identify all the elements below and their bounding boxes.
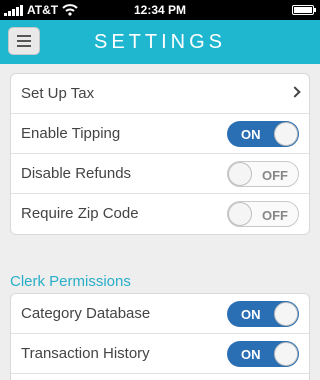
- toggle-knob: [274, 342, 298, 366]
- toggle-knob: [228, 162, 252, 186]
- require-zip-code-toggle[interactable]: OFF: [227, 201, 299, 227]
- status-bar: AT&T 12:34 PM: [0, 0, 320, 20]
- transaction-history-toggle[interactable]: ON: [227, 341, 299, 367]
- toggle-state: OFF: [262, 208, 288, 223]
- row-require-zip-code: Require Zip Code OFF: [11, 194, 309, 234]
- page-title: SETTINGS: [93, 31, 226, 53]
- row-label: Set Up Tax: [21, 85, 95, 102]
- toggle-state: ON: [241, 347, 261, 362]
- chevron-right-icon: [289, 86, 301, 98]
- row-enable-tipping: Enable Tipping ON: [11, 114, 309, 154]
- disable-refunds-toggle[interactable]: OFF: [227, 161, 299, 187]
- row-set-up-tax[interactable]: Set Up Tax: [11, 74, 309, 114]
- status-time: 12:34 PM: [133, 3, 187, 17]
- toggle-state: ON: [241, 127, 261, 142]
- row-label: Require Zip Code: [21, 205, 139, 222]
- general-settings-group: Set Up Tax Enable Tipping ON Disable Ref…: [10, 73, 310, 235]
- row-label: Disable Refunds: [21, 165, 132, 182]
- category-database-toggle[interactable]: ON: [227, 301, 299, 327]
- row-label: Category Database: [21, 305, 151, 322]
- row-label: Enable Tipping: [21, 125, 121, 142]
- toggle-knob: [274, 302, 298, 326]
- toggle-state: OFF: [262, 168, 288, 183]
- toggle-knob: [228, 202, 252, 226]
- battery-icon: [292, 5, 316, 15]
- row-transaction-history: Transaction History ON: [11, 334, 309, 374]
- nav-bar: SETTINGS: [0, 20, 320, 64]
- clerk-permissions-group: Category Database ON Transaction History…: [10, 293, 310, 380]
- toggle-knob: [274, 122, 298, 146]
- row-disable-refunds: Disable Refunds OFF: [11, 154, 309, 194]
- section-title-clerk-permissions: Clerk Permissions: [10, 273, 131, 290]
- toggle-state: ON: [241, 307, 261, 322]
- enable-tipping-toggle[interactable]: ON: [227, 121, 299, 147]
- row-label: Transaction History: [21, 345, 150, 362]
- row-category-database: Category Database ON: [11, 294, 309, 334]
